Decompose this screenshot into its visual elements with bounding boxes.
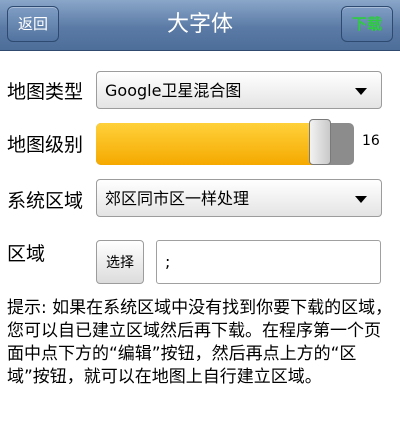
choose-region-button[interactable]: 选择 <box>96 240 144 284</box>
page-title: 大字体 <box>166 12 233 37</box>
back-button[interactable]: 返回 <box>7 6 59 42</box>
map-level-label: 地图级别 <box>7 134 84 156</box>
settings-panel: 地图类型 Google卫星混合图 地图级别 16 系统区域 郊区同市区一样处理 … <box>0 51 400 421</box>
system-area-label: 系统区域 <box>7 190 84 212</box>
region-input[interactable]: ; <box>156 240 381 284</box>
map-type-value: Google卫星混合图 <box>105 81 242 100</box>
region-label: 区域 <box>7 243 46 265</box>
system-area-select[interactable]: 郊区同市区一样处理 <box>96 179 382 217</box>
hint-text: 提示: 如果在系统区域中没有找到你要下载的区域，您可以自已建立区域然后再下载。在… <box>7 298 393 387</box>
chevron-down-icon <box>355 88 367 95</box>
slider-thumb[interactable] <box>309 119 332 165</box>
slider-fill <box>96 123 321 165</box>
map-type-label: 地图类型 <box>7 81 84 103</box>
chevron-down-icon <box>355 196 367 203</box>
map-level-value: 16 <box>362 133 380 149</box>
map-type-select[interactable]: Google卫星混合图 <box>96 71 382 109</box>
title-bar: 大字体 返回 下载 <box>0 0 400 51</box>
download-button[interactable]: 下载 <box>341 6 393 42</box>
system-area-value: 郊区同市区一样处理 <box>105 189 250 208</box>
